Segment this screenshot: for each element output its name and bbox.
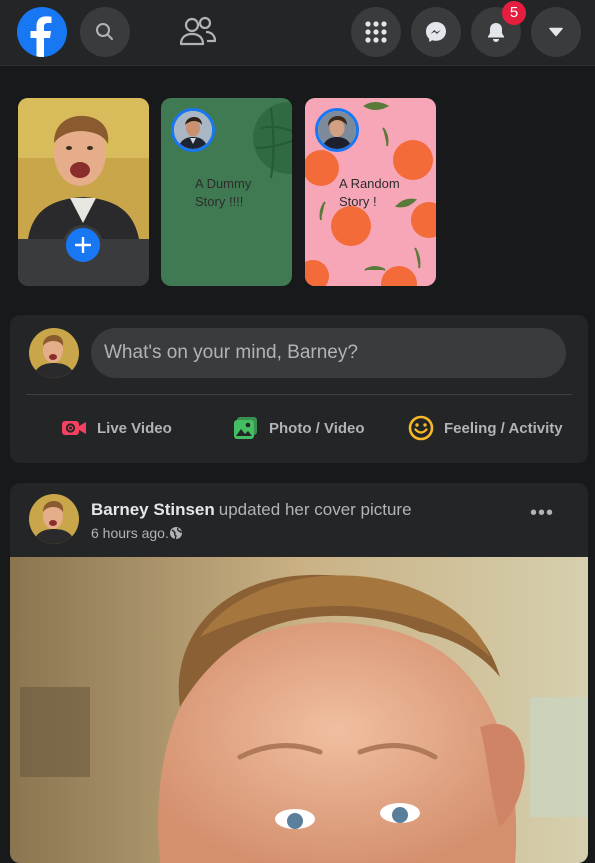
search-icon — [96, 23, 113, 40]
post-author-name[interactable]: Barney Stinsen — [91, 500, 215, 519]
dropdown-icon — [549, 27, 563, 37]
add-story-button[interactable] — [63, 225, 103, 265]
live-video-icon — [62, 421, 86, 435]
feeling-activity-label: Feeling / Activity — [444, 419, 563, 437]
avatar[interactable] — [29, 328, 79, 378]
friends-icon[interactable] — [178, 14, 218, 50]
post-action-text: updated her cover picture — [218, 500, 412, 519]
story-card[interactable]: A Random Story ! — [305, 98, 436, 286]
story-profile-photo — [18, 98, 149, 239]
story-author-avatar — [171, 108, 215, 152]
post-time-text[interactable]: 6 hours ago. — [91, 525, 169, 541]
post-options-button[interactable]: ••• — [530, 503, 554, 523]
photo-video-button[interactable]: Photo / Video — [233, 413, 365, 443]
messenger-button[interactable] — [411, 7, 461, 57]
post-header: Barney Stinsen updated her cover picture — [91, 500, 412, 520]
account-menu-button[interactable] — [531, 7, 581, 57]
story-author-avatar — [315, 108, 359, 152]
divider — [26, 394, 572, 395]
stories-row: A Dummy Story !!!! A Random Story ! — [18, 98, 438, 286]
story-caption: A Dummy Story !!!! — [195, 176, 252, 209]
feeling-activity-button[interactable]: Feeling / Activity — [408, 413, 563, 443]
status-input[interactable]: What's on your mind, Barney? — [91, 328, 566, 378]
menu-grid-button[interactable] — [351, 7, 401, 57]
bell-icon — [488, 23, 504, 42]
create-story-card[interactable] — [18, 98, 149, 286]
plus-icon — [75, 237, 91, 253]
post-composer: What's on your mind, Barney? Live Video … — [10, 315, 588, 463]
live-video-button[interactable]: Live Video — [61, 413, 172, 443]
search-button[interactable] — [80, 7, 130, 57]
feeling-icon — [408, 415, 434, 441]
top-nav-bar: 5 — [0, 0, 595, 66]
menu-grid-icon — [365, 21, 387, 43]
avatar[interactable] — [29, 494, 79, 544]
photo-video-label: Photo / Video — [269, 419, 365, 437]
photo-icon — [234, 417, 257, 439]
facebook-logo[interactable] — [17, 7, 67, 57]
feed-post: Barney Stinsen updated her cover picture … — [10, 483, 588, 863]
globe-icon — [169, 527, 182, 540]
post-timestamp: 6 hours ago. — [91, 525, 183, 541]
notification-count-badge: 5 — [502, 1, 526, 25]
live-video-label: Live Video — [97, 419, 172, 437]
story-caption: A Random Story ! — [339, 176, 400, 209]
messenger-icon — [426, 22, 446, 42]
post-cover-photo[interactable] — [10, 557, 588, 863]
story-card[interactable]: A Dummy Story !!!! — [161, 98, 292, 286]
